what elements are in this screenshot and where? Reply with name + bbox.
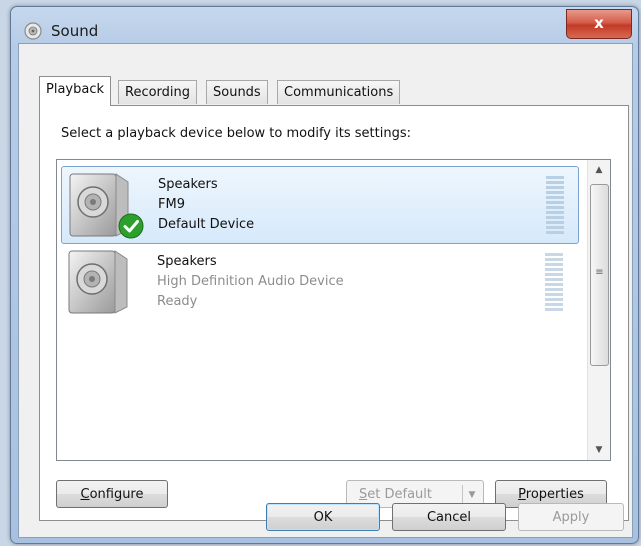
dialog-body: Playback Recording Sounds Communications… [18, 43, 633, 538]
scroll-up-icon: ▲ [595, 165, 603, 175]
device-name: Speakers [157, 254, 217, 269]
sound-dialog: Sound x Playback Recording Sounds Commun… [10, 6, 639, 544]
device-list-scrollbar[interactable]: ▲ ≡ ▼ [587, 160, 610, 460]
checkmark-icon [118, 213, 144, 239]
grip-icon: ≡ [595, 267, 604, 278]
tab-playback[interactable]: Playback [39, 76, 112, 106]
window-title: Sound [51, 22, 99, 40]
split-divider [462, 485, 463, 504]
title-bar[interactable]: Sound x [11, 7, 638, 47]
sound-icon [24, 22, 42, 40]
tab-communications[interactable]: Communications [277, 80, 401, 104]
tab-label: Recording [125, 85, 191, 100]
device-detail: FM9 [158, 197, 185, 212]
scroll-down-button[interactable]: ▼ [589, 440, 609, 460]
ok-button[interactable]: OK [266, 503, 380, 531]
close-button[interactable]: x [566, 9, 632, 39]
tab-label: Communications [284, 85, 394, 100]
tab-label: Playback [46, 82, 105, 97]
volume-level-meter [546, 176, 564, 234]
device-name: Speakers [158, 177, 218, 192]
device-list[interactable]: Speakers FM9 Default Device Speakers Hig… [56, 159, 611, 461]
volume-level-meter [545, 253, 563, 311]
tab-label: Sounds [213, 85, 261, 100]
device-detail: High Definition Audio Device [157, 274, 344, 289]
device-item-speakers-hd-audio[interactable]: Speakers High Definition Audio Device Re… [61, 244, 577, 320]
tab-recording[interactable]: Recording [118, 80, 198, 104]
speaker-icon [68, 250, 128, 314]
tab-sounds[interactable]: Sounds [206, 80, 268, 104]
device-item-speakers-fm9[interactable]: Speakers FM9 Default Device [61, 166, 579, 244]
scroll-up-button[interactable]: ▲ [589, 160, 609, 180]
button-text: et Default [367, 487, 432, 502]
scrollbar-thumb[interactable]: ≡ [590, 184, 609, 366]
device-status: Default Device [158, 217, 255, 232]
mnemonic: P [518, 487, 526, 502]
scroll-down-icon: ▼ [595, 445, 603, 455]
close-icon: x [594, 14, 604, 32]
apply-button[interactable]: Apply [518, 503, 624, 531]
button-label: onfigure [89, 487, 144, 502]
playback-panel: Select a playback device below to modify… [39, 105, 629, 521]
configure-button[interactable]: Configure [56, 480, 168, 508]
mnemonic: C [80, 487, 90, 502]
device-status: Ready [157, 294, 198, 309]
instruction-text: Select a playback device below to modify… [61, 126, 411, 141]
button-label: roperties [525, 487, 584, 502]
cancel-button[interactable]: Cancel [392, 503, 506, 531]
